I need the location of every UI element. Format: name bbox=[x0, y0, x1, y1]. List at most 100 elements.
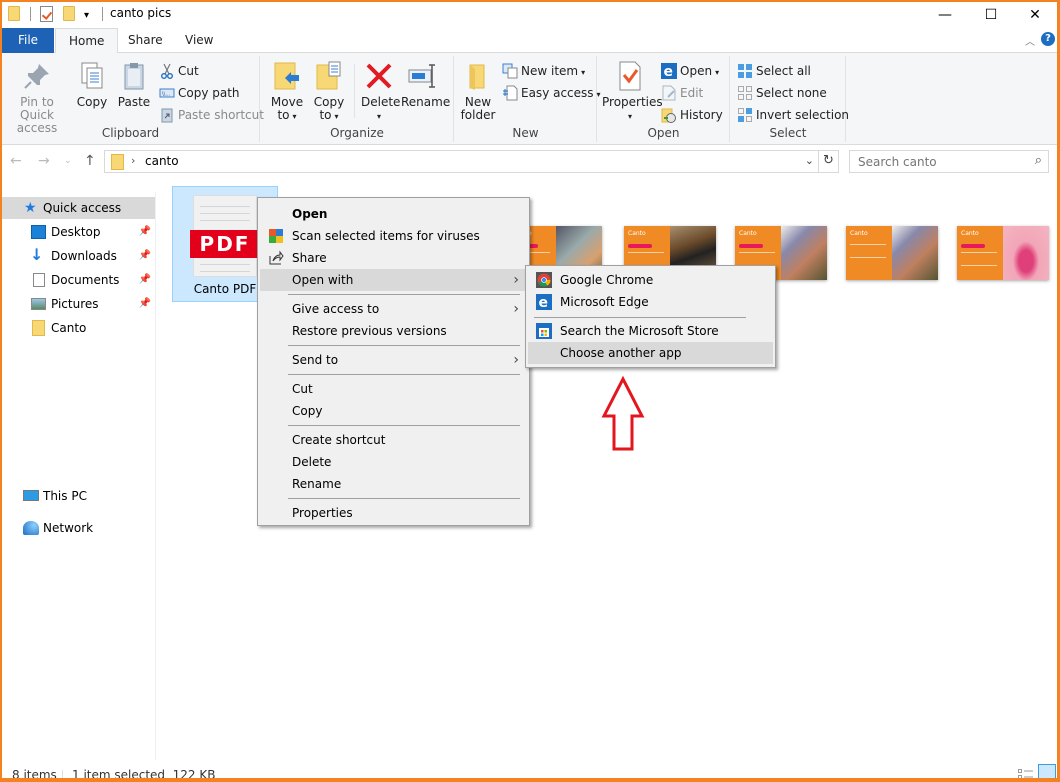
up-button[interactable]: ↑ bbox=[84, 153, 96, 169]
easy-access-icon bbox=[502, 85, 518, 101]
collapse-ribbon-icon[interactable]: ︿ bbox=[1025, 33, 1035, 48]
pin-icon[interactable]: 📌 bbox=[139, 293, 151, 315]
pin-icon[interactable]: 📌 bbox=[139, 221, 151, 243]
refresh-button[interactable]: ↻ bbox=[818, 151, 838, 172]
pin-icon[interactable]: 📌 bbox=[139, 269, 151, 291]
search-icon: ⌕ bbox=[1034, 153, 1042, 168]
search-input[interactable] bbox=[850, 151, 1020, 172]
recent-locations-dropdown[interactable]: ⌄ bbox=[64, 156, 72, 166]
details-view-button[interactable] bbox=[1018, 768, 1034, 778]
back-button[interactable]: ← bbox=[10, 153, 22, 169]
documents-icon bbox=[33, 273, 45, 287]
maximize-button[interactable]: ☐ bbox=[968, 2, 1014, 28]
forward-button[interactable]: → bbox=[38, 153, 50, 169]
svg-text:e: e bbox=[539, 295, 549, 310]
folder-icon bbox=[111, 154, 124, 170]
menu-separator bbox=[288, 425, 520, 426]
thumbnail-item[interactable]: Canto bbox=[846, 226, 938, 280]
properties-button[interactable]: Properties ▾ bbox=[602, 60, 663, 123]
cut-button[interactable]: Cut bbox=[159, 61, 199, 81]
organize-group: Move to ▾ Copy to ▾ Delete ▾ Rename Orga… bbox=[261, 56, 454, 142]
select-group-label: Select bbox=[769, 126, 807, 140]
copy-path-button[interactable]: \\... Copy path bbox=[159, 83, 240, 103]
pin-to-quick-access-button[interactable]: Pin to Quick access bbox=[6, 60, 68, 135]
minimize-button[interactable]: — bbox=[922, 2, 968, 28]
sidebar-item-canto[interactable]: Canto bbox=[2, 317, 155, 339]
menu-item-search-microsoft-store[interactable]: Search the Microsoft Store bbox=[528, 320, 773, 342]
menu-item-create-shortcut[interactable]: Create shortcut bbox=[260, 429, 527, 451]
menu-item-share[interactable]: Share bbox=[260, 247, 527, 269]
tab-view[interactable]: View bbox=[172, 28, 226, 53]
breadcrumb-canto[interactable]: canto bbox=[145, 154, 179, 168]
menu-item-give-access[interactable]: Give access to › bbox=[260, 298, 527, 320]
menu-item-open-with[interactable]: Open with › bbox=[260, 269, 527, 291]
menu-item-properties[interactable]: Properties bbox=[260, 502, 527, 524]
sidebar-item-pictures[interactable]: Pictures 📌 bbox=[2, 293, 155, 315]
tab-share[interactable]: Share bbox=[115, 28, 176, 53]
new-folder-button[interactable]: New folder bbox=[459, 60, 497, 122]
pictures-icon bbox=[31, 298, 46, 310]
clipboard-group-label: Clipboard bbox=[101, 126, 160, 140]
menu-item-send-to[interactable]: Send to › bbox=[260, 349, 527, 371]
select-none-button[interactable]: Select none bbox=[737, 83, 827, 103]
rename-button[interactable]: Rename bbox=[401, 60, 450, 109]
delete-button[interactable]: Delete ▾ bbox=[361, 60, 400, 123]
thumbnail-item[interactable]: Canto bbox=[957, 226, 1049, 280]
sidebar-item-network[interactable]: Network bbox=[2, 517, 155, 539]
large-icons-view-button[interactable] bbox=[1038, 764, 1056, 778]
select-all-button[interactable]: Select all bbox=[737, 61, 811, 81]
share-icon bbox=[268, 250, 284, 266]
submenu-arrow-icon: › bbox=[513, 301, 519, 317]
menu-item-copy[interactable]: Copy bbox=[260, 400, 527, 422]
sidebar-item-this-pc[interactable]: This PC bbox=[2, 485, 155, 507]
new-folder-quick-icon[interactable] bbox=[63, 6, 75, 21]
menu-item-rename[interactable]: Rename bbox=[260, 473, 527, 495]
sidebar-item-documents[interactable]: Documents 📌 bbox=[2, 269, 155, 291]
menu-item-choose-another-app[interactable]: Choose another app bbox=[528, 342, 773, 364]
new-folder-icon bbox=[462, 60, 494, 92]
copy-to-button[interactable]: Copy to ▾ bbox=[311, 60, 347, 123]
annotation-arrow-icon bbox=[601, 376, 645, 451]
sidebar-item-downloads[interactable]: ↓ Downloads 📌 bbox=[2, 245, 155, 267]
address-bar[interactable]: › canto ⌄ ↻ bbox=[104, 150, 839, 173]
invert-selection-button[interactable]: Invert selection bbox=[737, 105, 849, 125]
sidebar-item-quick-access[interactable]: ★ Quick access bbox=[2, 197, 155, 219]
navigation-pane: ★ Quick access Desktop 📌 ↓ Downloads 📌 D… bbox=[2, 192, 156, 762]
move-to-button[interactable]: Move to ▾ bbox=[269, 60, 305, 123]
tab-file[interactable]: File bbox=[2, 28, 54, 53]
pin-icon[interactable]: 📌 bbox=[139, 245, 151, 267]
network-icon bbox=[23, 521, 39, 535]
properties-icon bbox=[614, 60, 646, 92]
menu-item-scan-viruses[interactable]: Scan selected items for viruses bbox=[260, 225, 527, 247]
customize-toolbar-dropdown[interactable]: ▾ bbox=[84, 10, 89, 21]
new-item-button[interactable]: New item ▾ bbox=[502, 61, 585, 81]
menu-item-microsoft-edge[interactable]: e Microsoft Edge bbox=[528, 291, 773, 313]
divider bbox=[62, 770, 63, 778]
divider bbox=[354, 64, 355, 118]
sidebar-item-desktop[interactable]: Desktop 📌 bbox=[2, 221, 155, 243]
paste-button[interactable]: Paste bbox=[116, 60, 152, 109]
edit-button[interactable]: Edit bbox=[661, 83, 703, 103]
copy-button[interactable]: Copy bbox=[74, 60, 110, 109]
menu-item-google-chrome[interactable]: Google Chrome bbox=[528, 269, 773, 291]
easy-access-button[interactable]: Easy access ▾ bbox=[502, 83, 601, 103]
menu-item-restore-previous-versions[interactable]: Restore previous versions bbox=[260, 320, 527, 342]
title-bar: ▾ canto pics — ☐ ✕ bbox=[2, 2, 1057, 28]
new-group-label: New bbox=[512, 126, 539, 140]
address-history-dropdown[interactable]: ⌄ bbox=[805, 154, 814, 167]
organize-group-label: Organize bbox=[330, 126, 384, 140]
menu-item-open[interactable]: Open bbox=[260, 203, 527, 225]
close-button[interactable]: ✕ bbox=[1012, 2, 1057, 28]
menu-item-delete[interactable]: Delete bbox=[260, 451, 527, 473]
folder-icon bbox=[32, 320, 45, 336]
open-button[interactable]: e Open ▾ bbox=[661, 61, 719, 81]
delete-icon bbox=[363, 60, 395, 92]
tab-home[interactable]: Home bbox=[55, 28, 119, 54]
help-icon[interactable]: ? bbox=[1041, 32, 1055, 46]
history-button[interactable]: History bbox=[661, 105, 723, 125]
properties-quick-icon[interactable] bbox=[40, 6, 53, 22]
paste-shortcut-button[interactable]: Paste shortcut bbox=[159, 105, 264, 125]
breadcrumb-separator-icon[interactable]: › bbox=[131, 154, 135, 167]
search-box[interactable]: ⌕ bbox=[849, 150, 1049, 173]
menu-item-cut[interactable]: Cut bbox=[260, 378, 527, 400]
